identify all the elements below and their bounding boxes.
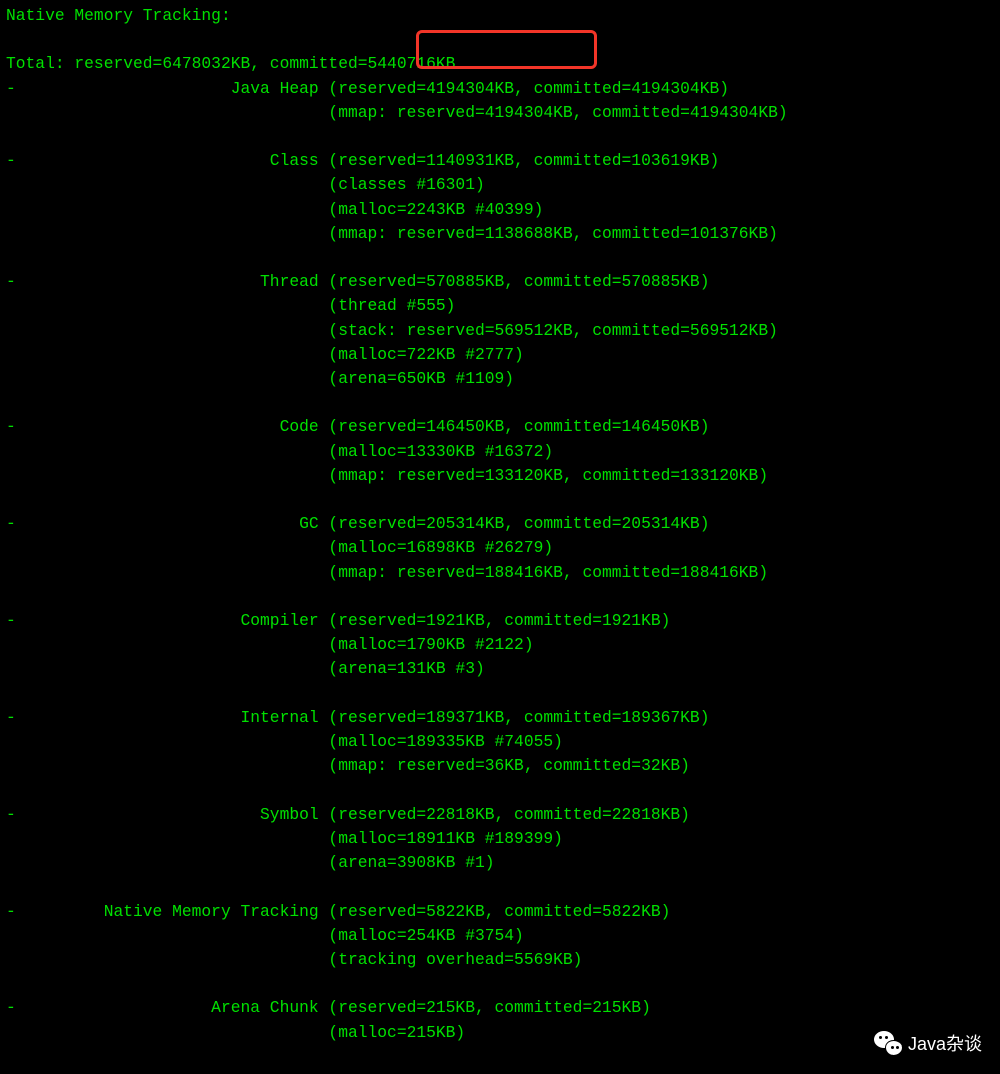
- watermark-text: Java杂谈: [908, 1030, 982, 1056]
- terminal-output: Native Memory Tracking: Total: reserved=…: [0, 0, 1000, 1049]
- wechat-icon: [874, 1031, 902, 1055]
- watermark: Java杂谈: [874, 1030, 982, 1056]
